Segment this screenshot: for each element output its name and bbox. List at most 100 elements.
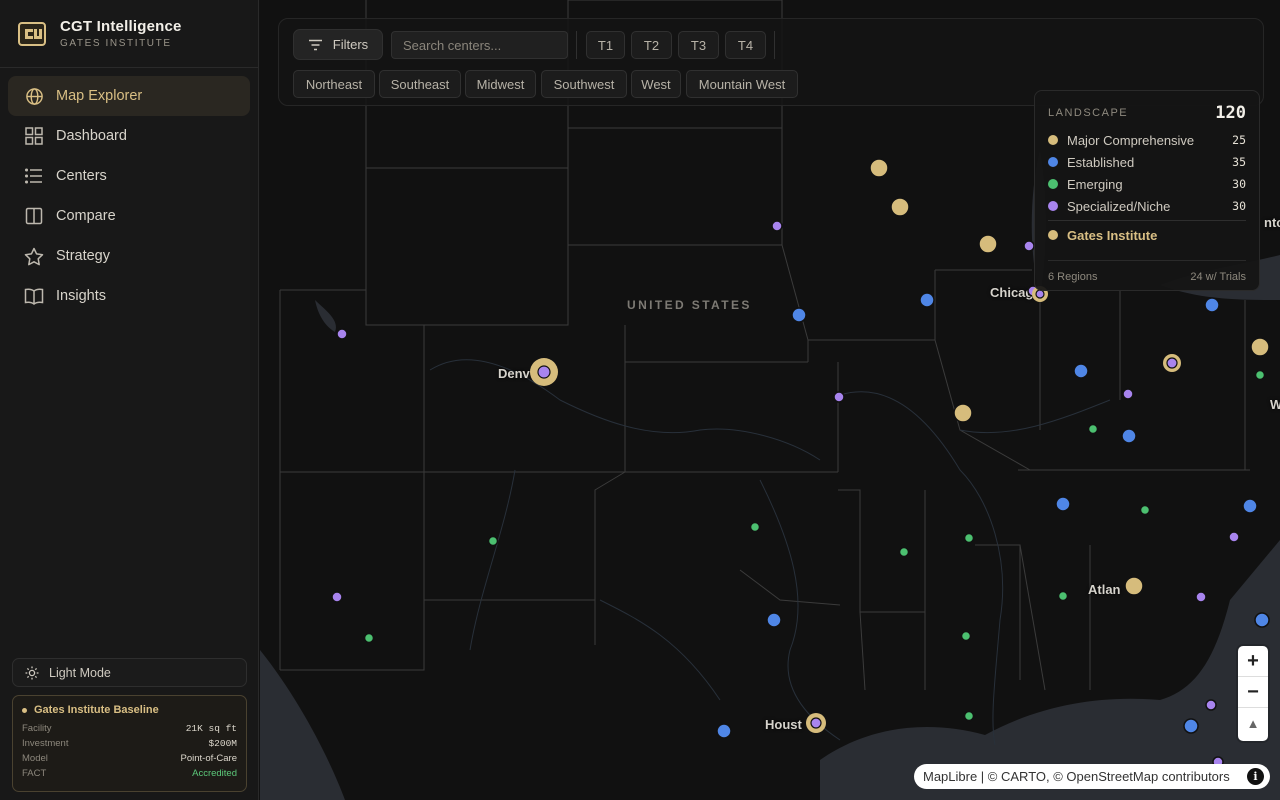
tier-t1-button[interactable]: T1 [586, 31, 625, 59]
filter-icon [308, 39, 323, 51]
nav-label: Insights [56, 288, 106, 304]
columns-icon [24, 206, 44, 226]
legend-total: 120 [1215, 103, 1246, 123]
center-marker[interactable] [487, 535, 499, 547]
center-marker[interactable] [1195, 591, 1207, 603]
center-marker[interactable] [898, 546, 910, 558]
light-mode-label: Light Mode [49, 665, 111, 680]
center-marker[interactable] [336, 328, 348, 340]
center-marker[interactable] [331, 591, 343, 603]
sun-icon [25, 666, 39, 680]
baseline-row-model: Model Point-of-Care [22, 751, 237, 766]
region-midwest-button[interactable]: Midwest [465, 70, 536, 98]
landscape-legend: LANDSCAPE 120 Major Comprehensive 25 Esta… [1034, 90, 1260, 291]
globe-icon [24, 86, 44, 106]
zoom-in-button[interactable]: + [1238, 646, 1268, 677]
divider [774, 31, 775, 59]
compass-button[interactable]: ▲ [1238, 708, 1268, 739]
light-mode-toggle[interactable]: Light Mode [12, 658, 247, 687]
search-input[interactable] [391, 31, 568, 59]
legend-label: Specialized/Niche [1067, 198, 1171, 214]
legend-regions-count: 6 Regions [1048, 271, 1098, 283]
center-marker[interactable] [1228, 531, 1240, 543]
center-marker[interactable] [1087, 423, 1099, 435]
nav-item-map-explorer[interactable]: Map Explorer [8, 76, 250, 116]
legend-dot-icon [1048, 179, 1058, 189]
legend-count: 25 [1232, 133, 1246, 147]
tier-t3-button[interactable]: T3 [678, 31, 719, 59]
center-marker[interactable] [1139, 504, 1151, 516]
center-marker[interactable] [1055, 496, 1071, 512]
baseline-label: Facility [22, 723, 52, 734]
center-marker[interactable] [1183, 718, 1199, 734]
center-marker[interactable] [766, 612, 782, 628]
baseline-card: Gates Institute Baseline Facility 21K sq … [12, 695, 247, 792]
map-attribution[interactable]: MapLibre | © CARTO, © OpenStreetMap cont… [914, 764, 1270, 789]
tier-t2-button[interactable]: T2 [631, 31, 672, 59]
center-marker[interactable] [716, 723, 732, 739]
legend-item-niche[interactable]: Specialized/Niche 30 [1048, 195, 1246, 217]
baseline-label: Investment [22, 738, 69, 749]
center-marker[interactable] [1242, 498, 1258, 514]
baseline-dot-icon [22, 707, 27, 713]
region-northeast-button[interactable]: Northeast [293, 70, 375, 98]
nav-item-centers[interactable]: Centers [8, 156, 250, 196]
center-marker[interactable] [963, 532, 975, 544]
legend-item-established[interactable]: Established 35 [1048, 151, 1246, 173]
info-icon[interactable]: i [1247, 768, 1264, 785]
gates-marker-core [1035, 289, 1045, 299]
center-marker[interactable] [1204, 297, 1220, 313]
center-marker[interactable] [869, 158, 889, 178]
center-marker[interactable] [1205, 699, 1217, 711]
nav-item-strategy[interactable]: Strategy [8, 236, 250, 276]
nav-label: Dashboard [56, 128, 127, 144]
legend-item-emerging[interactable]: Emerging 30 [1048, 173, 1246, 195]
filters-button[interactable]: Filters [293, 29, 383, 60]
baseline-row-facility: Facility 21K sq ft [22, 721, 237, 736]
center-marker[interactable] [749, 521, 761, 533]
baseline-value: $200M [208, 738, 237, 749]
center-marker[interactable] [771, 220, 783, 232]
nav-label: Compare [56, 208, 116, 224]
nav-item-compare[interactable]: Compare [8, 196, 250, 236]
zoom-out-button[interactable]: − [1238, 677, 1268, 708]
legend-count: 35 [1232, 155, 1246, 169]
center-marker[interactable] [963, 710, 975, 722]
center-marker[interactable] [833, 391, 845, 403]
center-marker[interactable] [953, 403, 973, 423]
baseline-title-text: Gates Institute Baseline [34, 704, 159, 716]
nav-item-insights[interactable]: Insights [8, 276, 250, 316]
center-marker[interactable] [919, 292, 935, 308]
center-marker[interactable] [1254, 612, 1270, 628]
legend-item-gates[interactable]: Gates Institute [1048, 224, 1246, 246]
center-marker[interactable] [1122, 388, 1134, 400]
center-marker[interactable] [1121, 428, 1137, 444]
center-marker[interactable] [1057, 590, 1069, 602]
region-southeast-button[interactable]: Southeast [379, 70, 461, 98]
tier-t4-button[interactable]: T4 [725, 31, 766, 59]
center-marker[interactable] [1124, 576, 1144, 596]
baseline-label: FACT [22, 768, 47, 779]
center-marker[interactable] [960, 630, 972, 642]
legend-footer: 6 Regions 24 w/ Trials [1048, 260, 1246, 283]
region-west-button[interactable]: West [631, 70, 681, 98]
center-marker[interactable] [1073, 363, 1089, 379]
region-southwest-button[interactable]: Southwest [541, 70, 627, 98]
nav-item-dashboard[interactable]: Dashboard [8, 116, 250, 156]
center-marker[interactable] [791, 307, 807, 323]
region-mountain-west-button[interactable]: Mountain West [686, 70, 798, 98]
center-marker[interactable] [1023, 240, 1035, 252]
legend-item-major[interactable]: Major Comprehensive 25 [1048, 129, 1246, 151]
center-marker[interactable] [1250, 337, 1270, 357]
legend-count: 30 [1232, 177, 1246, 191]
center-marker[interactable] [1254, 369, 1266, 381]
center-marker[interactable] [890, 197, 910, 217]
zoom-controls: + − ▲ [1238, 646, 1268, 741]
main-nav: Map Explorer Dashboard Centers Compare S… [0, 68, 258, 324]
divider [576, 31, 577, 59]
center-marker[interactable] [363, 632, 375, 644]
legend-divider [1048, 220, 1246, 221]
nav-label: Centers [56, 168, 107, 184]
center-marker[interactable] [978, 234, 998, 254]
gates-marker-core [810, 717, 822, 729]
